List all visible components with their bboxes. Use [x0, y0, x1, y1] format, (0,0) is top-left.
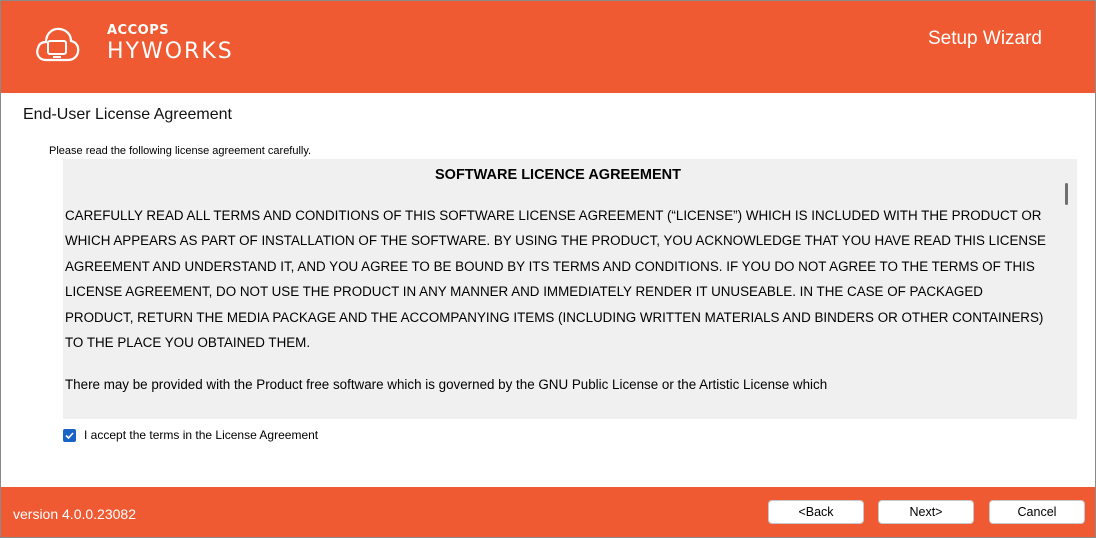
wizard-title: Setup Wizard — [927, 28, 1042, 49]
license-content: SOFTWARE LICENCE AGREEMENT CAREFULLY REA… — [63, 159, 1053, 398]
check-icon — [65, 431, 74, 439]
license-paragraph: There may be provided with the Product f… — [65, 377, 828, 393]
brand-company: ACCOPS — [107, 23, 170, 38]
accept-terms-row[interactable]: I accept the terms in the License Agreem… — [63, 427, 318, 443]
cloud-monitor-icon — [36, 27, 80, 62]
brand-product: HYWORKS — [107, 39, 234, 64]
license-scrollbar[interactable] — [1059, 159, 1077, 419]
license-heading: SOFTWARE LICENCE AGREEMENT — [435, 167, 681, 183]
cancel-button[interactable]: Cancel — [989, 500, 1085, 524]
header-banner: ACCOPS HYWORKS Setup Wizard — [1, 1, 1095, 93]
scrollbar-thumb[interactable] — [1065, 183, 1068, 205]
next-button[interactable]: Next> — [878, 500, 974, 524]
version-label: version 4.0.0.23082 — [13, 506, 136, 522]
setup-wizard-window: ACCOPS HYWORKS Setup Wizard End-User Lic… — [0, 0, 1096, 538]
footer-bar: version 4.0.0.23082 <Back Next> Cancel — [1, 487, 1095, 537]
accept-terms-label[interactable]: I accept the terms in the License Agreem… — [84, 428, 318, 442]
license-paragraph: CAREFULLY READ ALL TERMS AND CONDITIONS … — [65, 208, 1046, 351]
license-text-box[interactable]: SOFTWARE LICENCE AGREEMENT CAREFULLY REA… — [63, 159, 1077, 419]
instruction-text: Please read the following license agreem… — [49, 145, 312, 157]
accept-terms-checkbox[interactable] — [63, 428, 76, 442]
back-button[interactable]: <Back — [768, 500, 864, 524]
page-title: End-User License Agreement — [23, 106, 232, 123]
